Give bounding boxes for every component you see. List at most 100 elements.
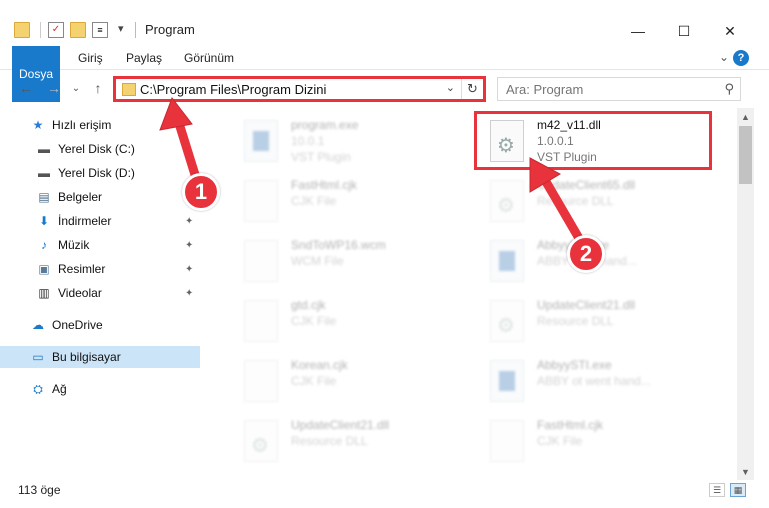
exe-file-icon xyxy=(490,240,524,282)
sidebar-item[interactable]: ▬ Yerel Disk (C:) xyxy=(0,138,200,160)
scroll-thumb[interactable] xyxy=(739,126,752,184)
downloads-icon: ⬇ xyxy=(38,214,50,228)
help-icon[interactable]: ? xyxy=(733,50,749,66)
pin-icon[interactable]: ✦ xyxy=(185,264,193,275)
blank-file-icon xyxy=(244,300,278,342)
file-detail: CJK File xyxy=(291,314,337,328)
sidebar-item[interactable]: ⛭ Ağ xyxy=(0,378,200,400)
sidebar-item[interactable]: ▤ Belgeler ✦ xyxy=(0,186,200,208)
dll-file-icon xyxy=(490,300,524,342)
blank-file-icon xyxy=(490,420,524,462)
sidebar-item-label: Hızlı erişim xyxy=(52,118,112,132)
sidebar-item[interactable]: ⬇ İndirmeler ✦ xyxy=(0,210,200,232)
tab-share[interactable]: Paylaş xyxy=(116,46,172,70)
recent-locations-button[interactable]: ⌄ xyxy=(66,78,86,98)
status-bar: 113 öge ☰ ▦ xyxy=(0,480,769,502)
tab-view[interactable]: Görünüm xyxy=(174,46,244,70)
folder-icon xyxy=(122,83,136,96)
sidebar-item-label: Videolar xyxy=(58,286,102,300)
minimize-button[interactable]: — xyxy=(615,18,661,44)
properties-icon[interactable]: ✓ xyxy=(48,22,64,38)
drive-icon: ▬ xyxy=(38,142,50,156)
vertical-scrollbar[interactable]: ▲ ▼ xyxy=(737,108,754,480)
pin-icon[interactable]: ✦ xyxy=(185,240,193,251)
exe-file-icon xyxy=(244,120,278,162)
sidebar-item[interactable]: ▥ Videolar ✦ xyxy=(0,282,200,304)
file-item[interactable]: AbbyyFR.exe ABBYY ocr hand... xyxy=(472,232,702,288)
file-item[interactable]: program.exe 10.0.1 VST Plugin xyxy=(226,112,456,168)
file-item[interactable]: FastHtml.cjk CJK File xyxy=(226,172,456,228)
search-input[interactable] xyxy=(506,79,716,99)
file-item[interactable]: Korean.cjk CJK File xyxy=(226,352,456,408)
drive-icon: ▬ xyxy=(38,166,50,180)
videos-icon: ▥ xyxy=(38,286,50,300)
file-name: FastHtml.cjk xyxy=(291,178,357,192)
file-name: AbbyySTI.exe xyxy=(537,358,612,372)
sidebar-item-label: Yerel Disk (C:) xyxy=(58,142,135,156)
dll-file-icon xyxy=(490,180,524,222)
up-button[interactable]: ↑ xyxy=(88,78,108,98)
folder-icon xyxy=(14,22,30,38)
sidebar-item-label: Resimler xyxy=(58,262,106,276)
tab-home[interactable]: Giriş xyxy=(68,46,113,70)
file-item[interactable]: UpdateClient65.dll Resource DLL xyxy=(472,172,702,228)
exe-file-icon xyxy=(490,360,524,402)
new-folder-icon[interactable] xyxy=(70,22,86,38)
file-item[interactable]: gtd.cjk CJK File xyxy=(226,292,456,348)
scroll-down-icon[interactable]: ▼ xyxy=(737,463,754,480)
maximize-button[interactable]: ☐ xyxy=(661,18,707,44)
pin-icon[interactable]: ✦ xyxy=(185,216,193,227)
star-icon: ★ xyxy=(32,118,44,132)
blank-file-icon xyxy=(244,240,278,282)
qa-separator xyxy=(40,22,41,38)
pin-icon[interactable]: ✦ xyxy=(185,288,193,299)
address-dropdown-icon[interactable]: ⌄ xyxy=(446,81,455,94)
window-title: Program xyxy=(145,22,195,37)
sidebar-item-label: Yerel Disk (D:) xyxy=(58,166,135,180)
large-icons-view-icon[interactable]: ▦ xyxy=(730,483,746,497)
pictures-icon: ▣ xyxy=(38,262,50,276)
address-path[interactable]: C:\Program Files\Program Dizini xyxy=(140,82,326,97)
sidebar-item-label: Bu bilgisayar xyxy=(52,350,121,364)
file-detail: VST Plugin xyxy=(291,150,351,164)
sidebar-item[interactable]: ▭ Bu bilgisayar xyxy=(0,346,200,368)
details-view-icon[interactable]: ☰ xyxy=(709,483,725,497)
file-detail: ABBYY ocr hand... xyxy=(537,254,637,268)
expand-ribbon-icon[interactable]: ⌄ xyxy=(719,50,729,64)
ribbon: Dosya Giriş Paylaş Görünüm ⌄ ? xyxy=(0,46,769,102)
sidebar-item[interactable]: ★ Hızlı erişim xyxy=(0,114,200,136)
file-item[interactable]: UpdateClient21.dll Resource DLL xyxy=(472,292,702,348)
file-name: UpdateClient65.dll xyxy=(537,178,636,192)
title-separator xyxy=(135,22,136,38)
qa-dropdown-icon[interactable]: ▾ xyxy=(118,22,128,38)
address-bar[interactable]: C:\Program Files\Program Dizini ⌄ ↻ xyxy=(113,76,486,102)
sidebar-item[interactable]: ▣ Resimler ✦ xyxy=(0,258,200,280)
file-item[interactable]: FastHtml.cjk CJK File xyxy=(472,412,702,468)
sidebar-item-label: Ağ xyxy=(52,382,67,396)
search-box[interactable]: ⚲ xyxy=(497,77,741,101)
file-item[interactable]: UpdateClient21.dll Resource DLL xyxy=(226,412,456,468)
title-bar: ✓ ≡ ▾ Program — ☐ ✕ xyxy=(0,0,769,44)
pin-icon[interactable]: ✦ xyxy=(185,192,193,203)
file-item[interactable]: SndToWP16.wcm WCM File xyxy=(226,232,456,288)
file-name: gtd.cjk xyxy=(291,298,326,312)
refresh-button[interactable]: ↻ xyxy=(461,79,483,99)
sidebar-item[interactable]: ▬ Yerel Disk (D:) xyxy=(0,162,200,184)
back-button[interactable]: ← xyxy=(16,78,36,98)
file-name: UpdateClient21.dll xyxy=(537,298,636,312)
sidebar-item-label: Müzik xyxy=(58,238,90,252)
forward-button[interactable]: → xyxy=(44,78,64,98)
item-count: 113 öge xyxy=(18,483,61,497)
file-item[interactable]: AbbyySTI.exe ABBY ot went hand... xyxy=(472,352,702,408)
search-icon[interactable]: ⚲ xyxy=(724,81,734,97)
sidebar-item[interactable]: ♪ Müzik ✦ xyxy=(0,234,200,256)
file-detail: Resource DLL xyxy=(291,434,368,448)
file-detail: CJK File xyxy=(291,374,337,388)
sidebar-item[interactable]: ☁ OneDrive xyxy=(0,314,200,336)
file-name: program.exe xyxy=(291,118,359,132)
sidebar-item-label: OneDrive xyxy=(52,318,103,332)
file-name: AbbyyFR.exe xyxy=(537,238,610,252)
close-button[interactable]: ✕ xyxy=(707,18,753,44)
customize-icon[interactable]: ≡ xyxy=(92,22,108,38)
scroll-up-icon[interactable]: ▲ xyxy=(737,108,754,125)
